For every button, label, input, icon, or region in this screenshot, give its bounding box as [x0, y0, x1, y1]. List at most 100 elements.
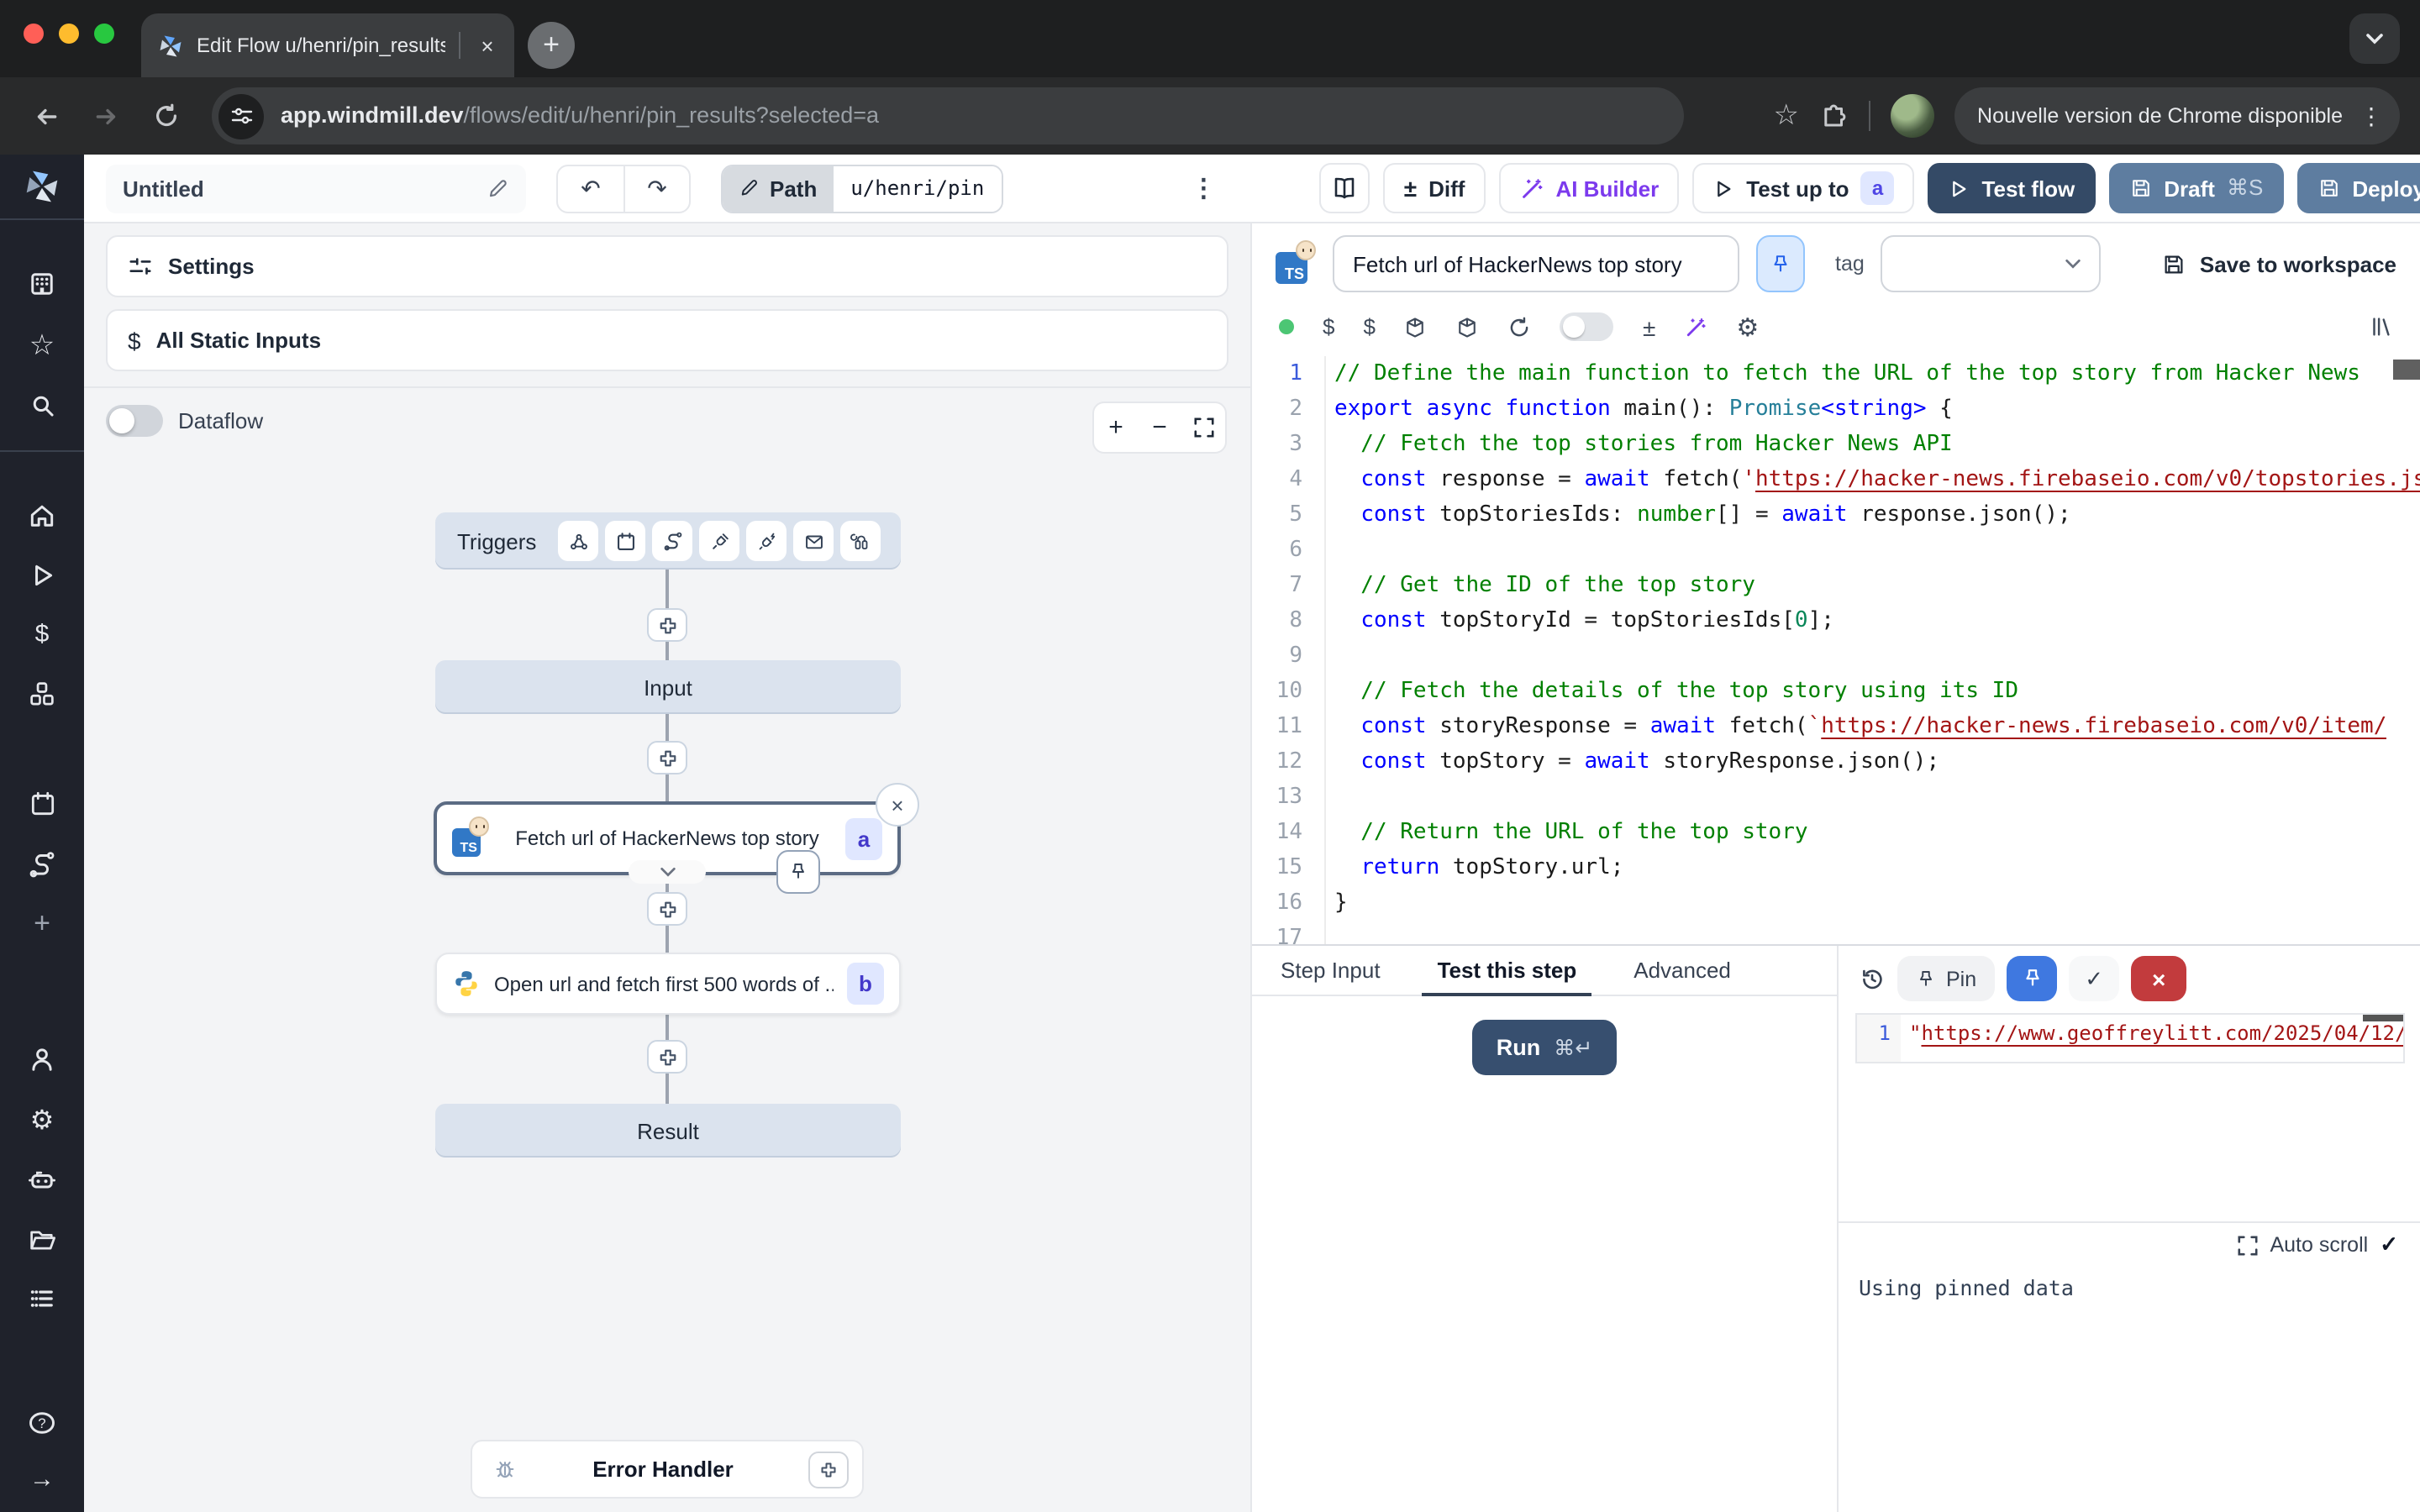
http-route-trigger-icon[interactable]	[652, 521, 692, 561]
browser-menu-icon[interactable]: ⋮	[2353, 102, 2390, 130]
step-name-input[interactable]: Fetch url of HackerNews top story	[1333, 235, 1739, 292]
webhook-trigger-icon[interactable]	[558, 521, 598, 561]
triggers-node[interactable]: Triggers	[435, 512, 901, 570]
settings-row[interactable]: Settings	[106, 235, 1228, 297]
zoom-out-button[interactable]: −	[1138, 413, 1181, 442]
pin-step-button[interactable]	[1756, 235, 1805, 292]
diff-button[interactable]: ± Diff	[1384, 163, 1486, 213]
poll-trigger-icon[interactable]	[840, 521, 881, 561]
deploy-button[interactable]: Deploy	[2296, 163, 2420, 213]
reload-button[interactable]	[141, 91, 192, 141]
tab-test-this-step[interactable]: Test this step	[1409, 946, 1606, 995]
tab-step-input[interactable]: Step Input	[1252, 946, 1409, 995]
dataflow-toggle[interactable]	[106, 405, 163, 437]
delete-step-button[interactable]: ×	[876, 783, 919, 827]
sidebar-item-workers[interactable]	[0, 1164, 84, 1194]
minimize-window-button[interactable]	[59, 24, 79, 44]
flow-canvas[interactable]: Dataflow + − Triggers	[84, 388, 1250, 1512]
tag-select[interactable]	[1881, 235, 2102, 292]
sidebar-item-resources[interactable]	[0, 679, 84, 709]
variables-icon[interactable]: $	[1323, 314, 1334, 339]
close-window-button[interactable]	[24, 24, 44, 44]
sidebar-item-folders[interactable]	[0, 1225, 84, 1255]
sidebar-item-users[interactable]	[0, 1045, 84, 1075]
library-icon[interactable]	[2368, 314, 2393, 339]
ai-wand-icon[interactable]	[1684, 315, 1707, 339]
editor-scrollbar-thumb[interactable]	[2393, 360, 2420, 380]
sidebar-item-workspace[interactable]	[0, 269, 84, 299]
add-step-button[interactable]	[647, 608, 687, 642]
search-icon[interactable]	[0, 391, 84, 420]
editor-toggle[interactable]	[1560, 312, 1614, 341]
sidebar-item-home[interactable]	[0, 501, 84, 531]
code-editor[interactable]: 1// Define the main function to fetch th…	[1252, 349, 2420, 944]
sidebar-item-routes[interactable]	[0, 850, 84, 880]
resources-dollar-icon[interactable]: $	[1363, 314, 1375, 339]
save-to-workspace-button[interactable]: Save to workspace	[2161, 251, 2396, 276]
ai-builder-button[interactable]: AI Builder	[1498, 163, 1679, 213]
result-node[interactable]: Result	[435, 1104, 901, 1158]
bookmark-star-icon[interactable]: ☆	[1774, 99, 1800, 133]
extensions-icon[interactable]	[1819, 102, 1848, 130]
help-icon[interactable]: ?	[0, 1408, 84, 1438]
sidebar-item-runs[interactable]	[0, 561, 84, 590]
chrome-update-pill[interactable]: Nouvelle version de Chrome disponible ⋮	[1954, 87, 2400, 144]
websocket-trigger-icon[interactable]	[699, 521, 739, 561]
path-pill[interactable]: Path u/henri/pin	[721, 164, 1002, 213]
pinned-data-editor[interactable]: 1 "https://www.geoffreylitt.com/2025/04/…	[1855, 1013, 2405, 1063]
expand-step-chevron[interactable]	[629, 860, 706, 884]
windmill-logo[interactable]	[0, 168, 84, 205]
profile-avatar[interactable]	[1890, 94, 1933, 138]
favorites-star-icon[interactable]: ☆	[0, 329, 84, 363]
redo-button[interactable]: ↷	[623, 165, 689, 211]
undo-button[interactable]: ↶	[558, 165, 623, 211]
sidebar-add-icon[interactable]: +	[0, 907, 84, 941]
sidebar-item-logs[interactable]	[0, 1284, 84, 1314]
flow-name-box[interactable]: Untitled	[106, 164, 526, 213]
zoom-in-button[interactable]: +	[1094, 413, 1138, 442]
add-error-handler-button[interactable]	[808, 1451, 849, 1488]
fit-view-button[interactable]	[1181, 417, 1225, 438]
pinned-data-badge[interactable]	[776, 850, 820, 894]
back-button[interactable]	[20, 91, 71, 141]
add-step-button[interactable]	[647, 741, 687, 774]
sidebar-item-variables[interactable]: $	[0, 620, 84, 648]
tab-close-icon[interactable]: ×	[474, 32, 501, 59]
site-settings-icon[interactable]	[218, 93, 264, 139]
sidebar-settings-gear-icon[interactable]: ⚙	[0, 1104, 84, 1137]
package-icon[interactable]	[1404, 315, 1428, 339]
schedule-trigger-icon[interactable]	[605, 521, 645, 561]
history-icon[interactable]	[1859, 965, 1886, 992]
accept-button[interactable]: ✓	[2069, 956, 2119, 1001]
test-up-to-button[interactable]: Test up to a	[1692, 163, 1914, 213]
pin-button[interactable]: Pin	[1897, 956, 1995, 1001]
package-icon[interactable]	[1456, 315, 1480, 339]
docs-button[interactable]	[1320, 163, 1370, 213]
editor-settings-gear-icon[interactable]: ⚙	[1736, 312, 1759, 342]
input-node[interactable]: Input	[435, 660, 901, 714]
step-node-a-selected[interactable]: TS Fetch url of HackerNews top story a ×	[434, 801, 901, 875]
new-tab-button[interactable]: +	[528, 22, 575, 69]
diff-plus-minus-icon[interactable]: ±	[1643, 313, 1655, 340]
tab-advanced[interactable]: Advanced	[1605, 946, 1760, 995]
auto-scroll-control[interactable]: Auto scroll ✓	[2236, 1231, 2398, 1258]
address-bar[interactable]: app.windmill.dev/flows/edit/u/henri/pin_…	[212, 87, 1684, 144]
add-step-button[interactable]	[647, 1040, 687, 1074]
pinned-active-button[interactable]	[2007, 956, 2057, 1001]
edit-name-pencil-icon[interactable]	[487, 177, 509, 199]
forward-button[interactable]	[81, 91, 131, 141]
fullscreen-window-button[interactable]	[94, 24, 114, 44]
test-flow-button[interactable]: Test flow	[1928, 163, 2096, 213]
browser-tab[interactable]: Edit Flow u/henri/pin_results ×	[141, 13, 514, 77]
clear-pin-button[interactable]: ×	[2131, 956, 2186, 1001]
run-button[interactable]: Run ⌘↵	[1473, 1020, 1616, 1075]
add-step-button[interactable]	[647, 892, 687, 926]
collapse-sidebar-arrow-icon[interactable]: →	[0, 1465, 84, 1494]
draft-button[interactable]: Draft ⌘S	[2108, 163, 2283, 213]
kafka-trigger-icon[interactable]	[746, 521, 786, 561]
step-node-b[interactable]: Open url and fetch first 500 words of ..…	[435, 953, 901, 1015]
tab-search-button[interactable]	[2349, 13, 2400, 64]
error-handler-node[interactable]: Error Handler	[471, 1440, 864, 1499]
all-static-inputs-row[interactable]: $ All Static Inputs	[106, 309, 1228, 371]
email-trigger-icon[interactable]	[793, 521, 834, 561]
